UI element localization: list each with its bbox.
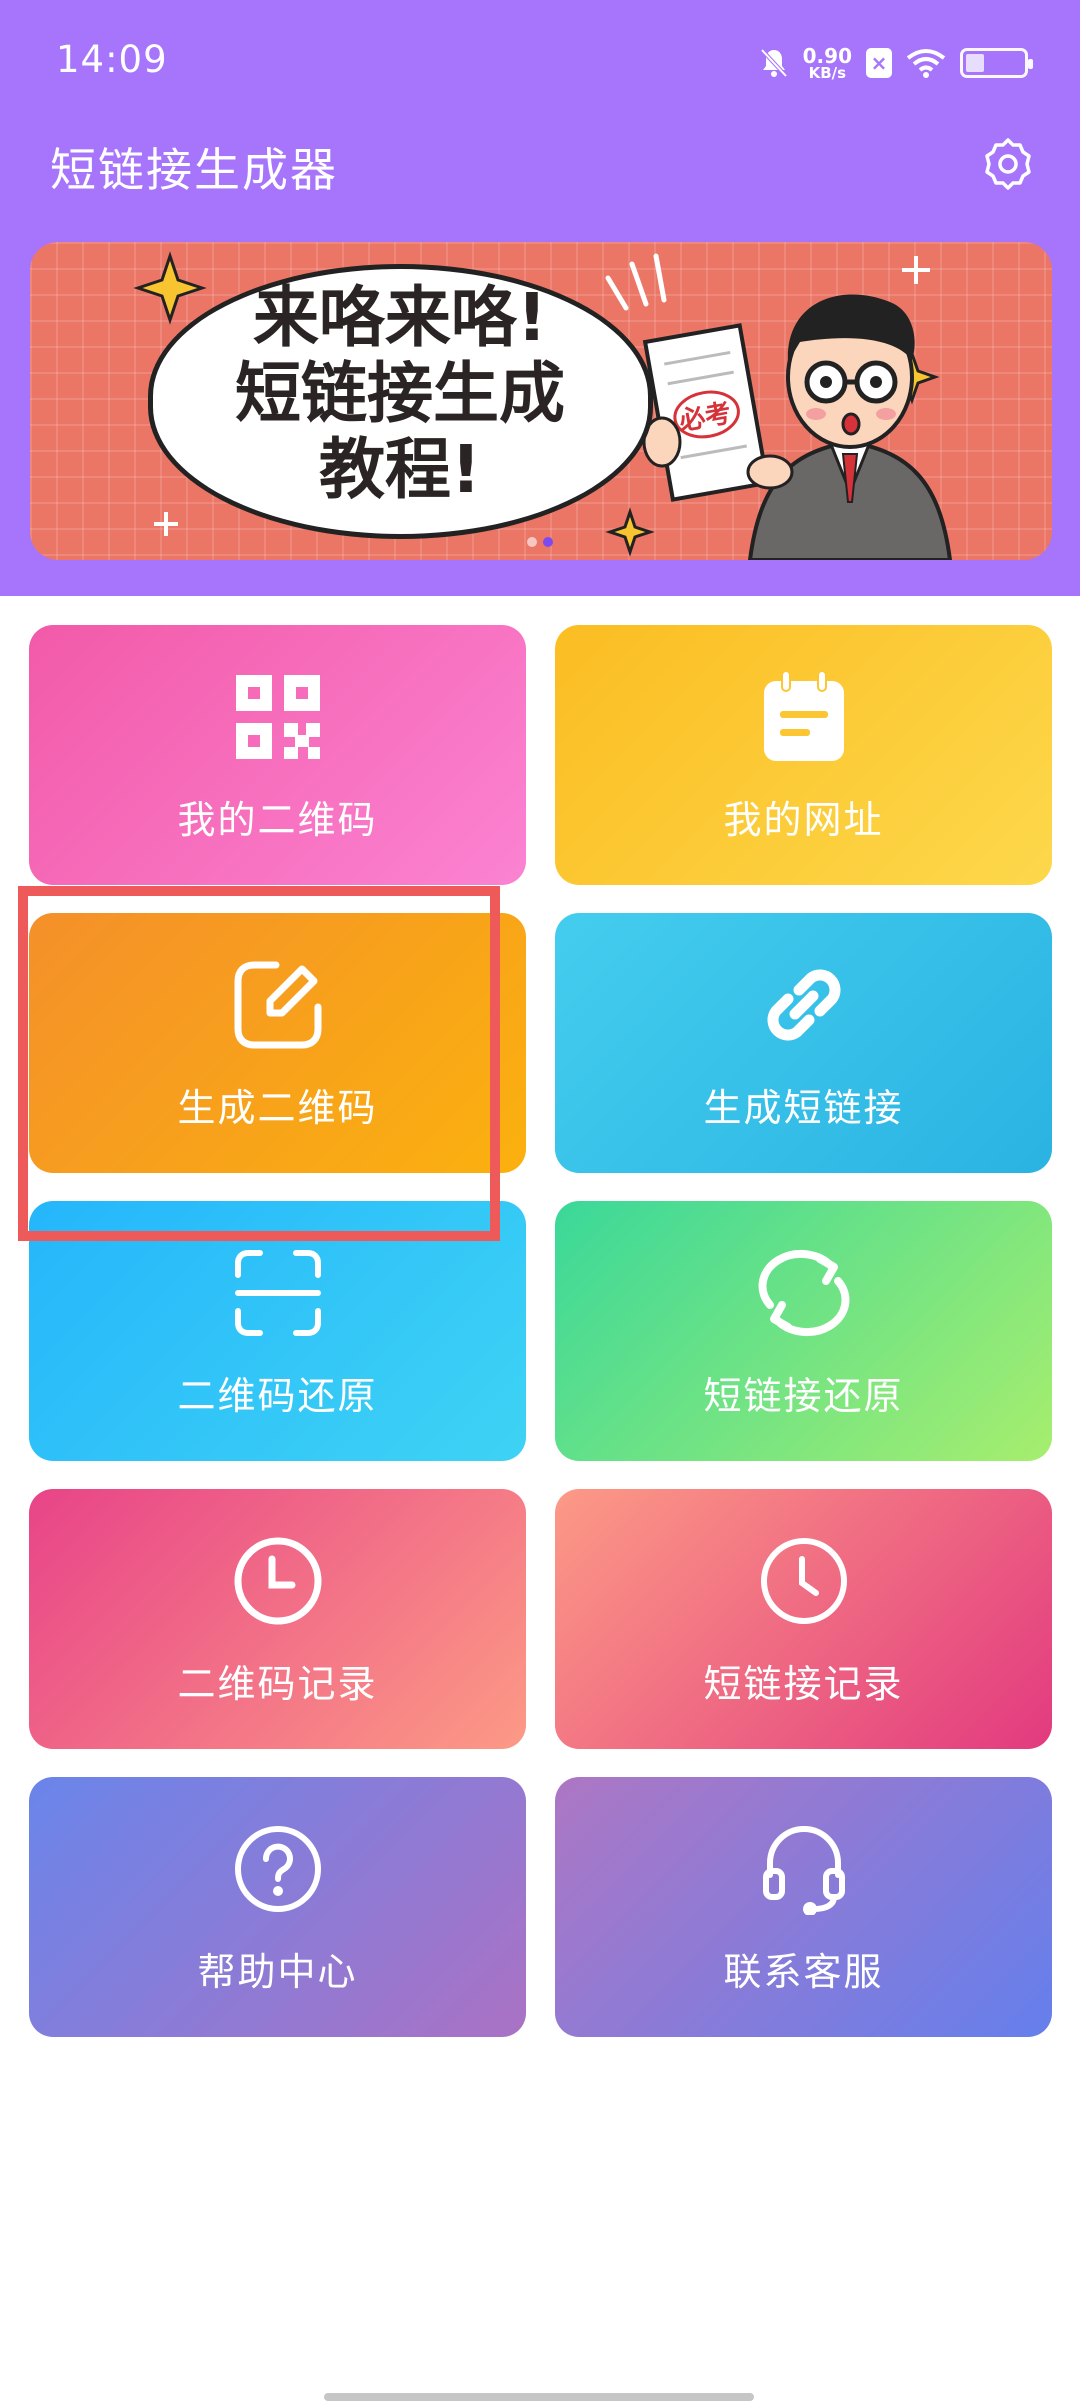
my-qrcode-button[interactable]: 我的二维码 xyxy=(29,625,526,885)
network-speed: 0.90 KB/s xyxy=(803,46,852,81)
edit-icon xyxy=(228,955,328,1055)
page-title: 短链接生成器 xyxy=(50,143,338,197)
link-icon xyxy=(754,955,854,1055)
notification-box-icon: × xyxy=(866,48,892,78)
scan-icon xyxy=(228,1243,328,1343)
status-bar: 14:09 0.90 KB/s × xyxy=(0,0,1080,120)
help-icon xyxy=(228,1819,328,1919)
headset-icon xyxy=(754,1819,854,1919)
card-label: 生成二维码 xyxy=(177,1085,378,1130)
feature-grid: 我的二维码 我的网址 生成二维码 生成短链接 二维码还原 短链接还原 二维码记录… xyxy=(29,625,1053,2037)
banner-line-1: 来咯来咯! xyxy=(252,279,548,356)
refresh-icon xyxy=(754,1243,854,1343)
card-label: 二维码记录 xyxy=(177,1661,378,1706)
help-center-button[interactable]: 帮助中心 xyxy=(29,1777,526,2037)
status-icons: 0.90 KB/s × xyxy=(759,40,1033,86)
shortlink-restore-button[interactable]: 短链接还原 xyxy=(555,1201,1052,1461)
qr-code-icon xyxy=(228,667,328,767)
app-header: 14:09 0.90 KB/s × 短链接生成器 必考 来咯来咯! 短链接生成 … xyxy=(0,0,1080,596)
card-label: 联系客服 xyxy=(723,1949,884,1994)
battery-icon xyxy=(960,48,1033,78)
card-label: 二维码还原 xyxy=(177,1373,378,1418)
card-label: 短链接还原 xyxy=(703,1373,904,1418)
generate-shortlink-button[interactable]: 生成短链接 xyxy=(555,913,1052,1173)
tutorial-banner[interactable]: 必考 来咯来咯! 短链接生成 教程! xyxy=(30,242,1052,560)
card-label: 生成短链接 xyxy=(703,1085,904,1130)
shortlink-history-button[interactable]: 短链接记录 xyxy=(555,1489,1052,1749)
clock-icon xyxy=(228,1531,328,1631)
card-label: 帮助中心 xyxy=(197,1949,358,1994)
wifi-icon xyxy=(906,49,946,78)
banner-line-3: 教程! xyxy=(318,431,482,508)
qrcode-restore-button[interactable]: 二维码还原 xyxy=(29,1201,526,1461)
gear-icon[interactable] xyxy=(980,136,1036,192)
banner-line-2: 短链接生成 xyxy=(235,355,565,432)
network-speed-unit: KB/s xyxy=(808,63,847,82)
notepad-icon xyxy=(754,667,854,767)
qrcode-history-button[interactable]: 二维码记录 xyxy=(29,1489,526,1749)
bell-muted-icon xyxy=(760,48,788,78)
clock-icon xyxy=(754,1531,854,1631)
generate-qrcode-button[interactable]: 生成二维码 xyxy=(29,913,526,1173)
contact-support-button[interactable]: 联系客服 xyxy=(555,1777,1052,2037)
banner-headline: 来咯来咯! 短链接生成 教程! xyxy=(180,280,620,508)
card-label: 我的网址 xyxy=(723,797,884,842)
gesture-nav-bar[interactable] xyxy=(324,2393,754,2401)
network-speed-value: 0.90 xyxy=(802,43,852,68)
card-label: 我的二维码 xyxy=(177,797,378,842)
my-urls-button[interactable]: 我的网址 xyxy=(555,625,1052,885)
card-label: 短链接记录 xyxy=(703,1661,904,1706)
status-time: 14:09 xyxy=(56,38,168,81)
